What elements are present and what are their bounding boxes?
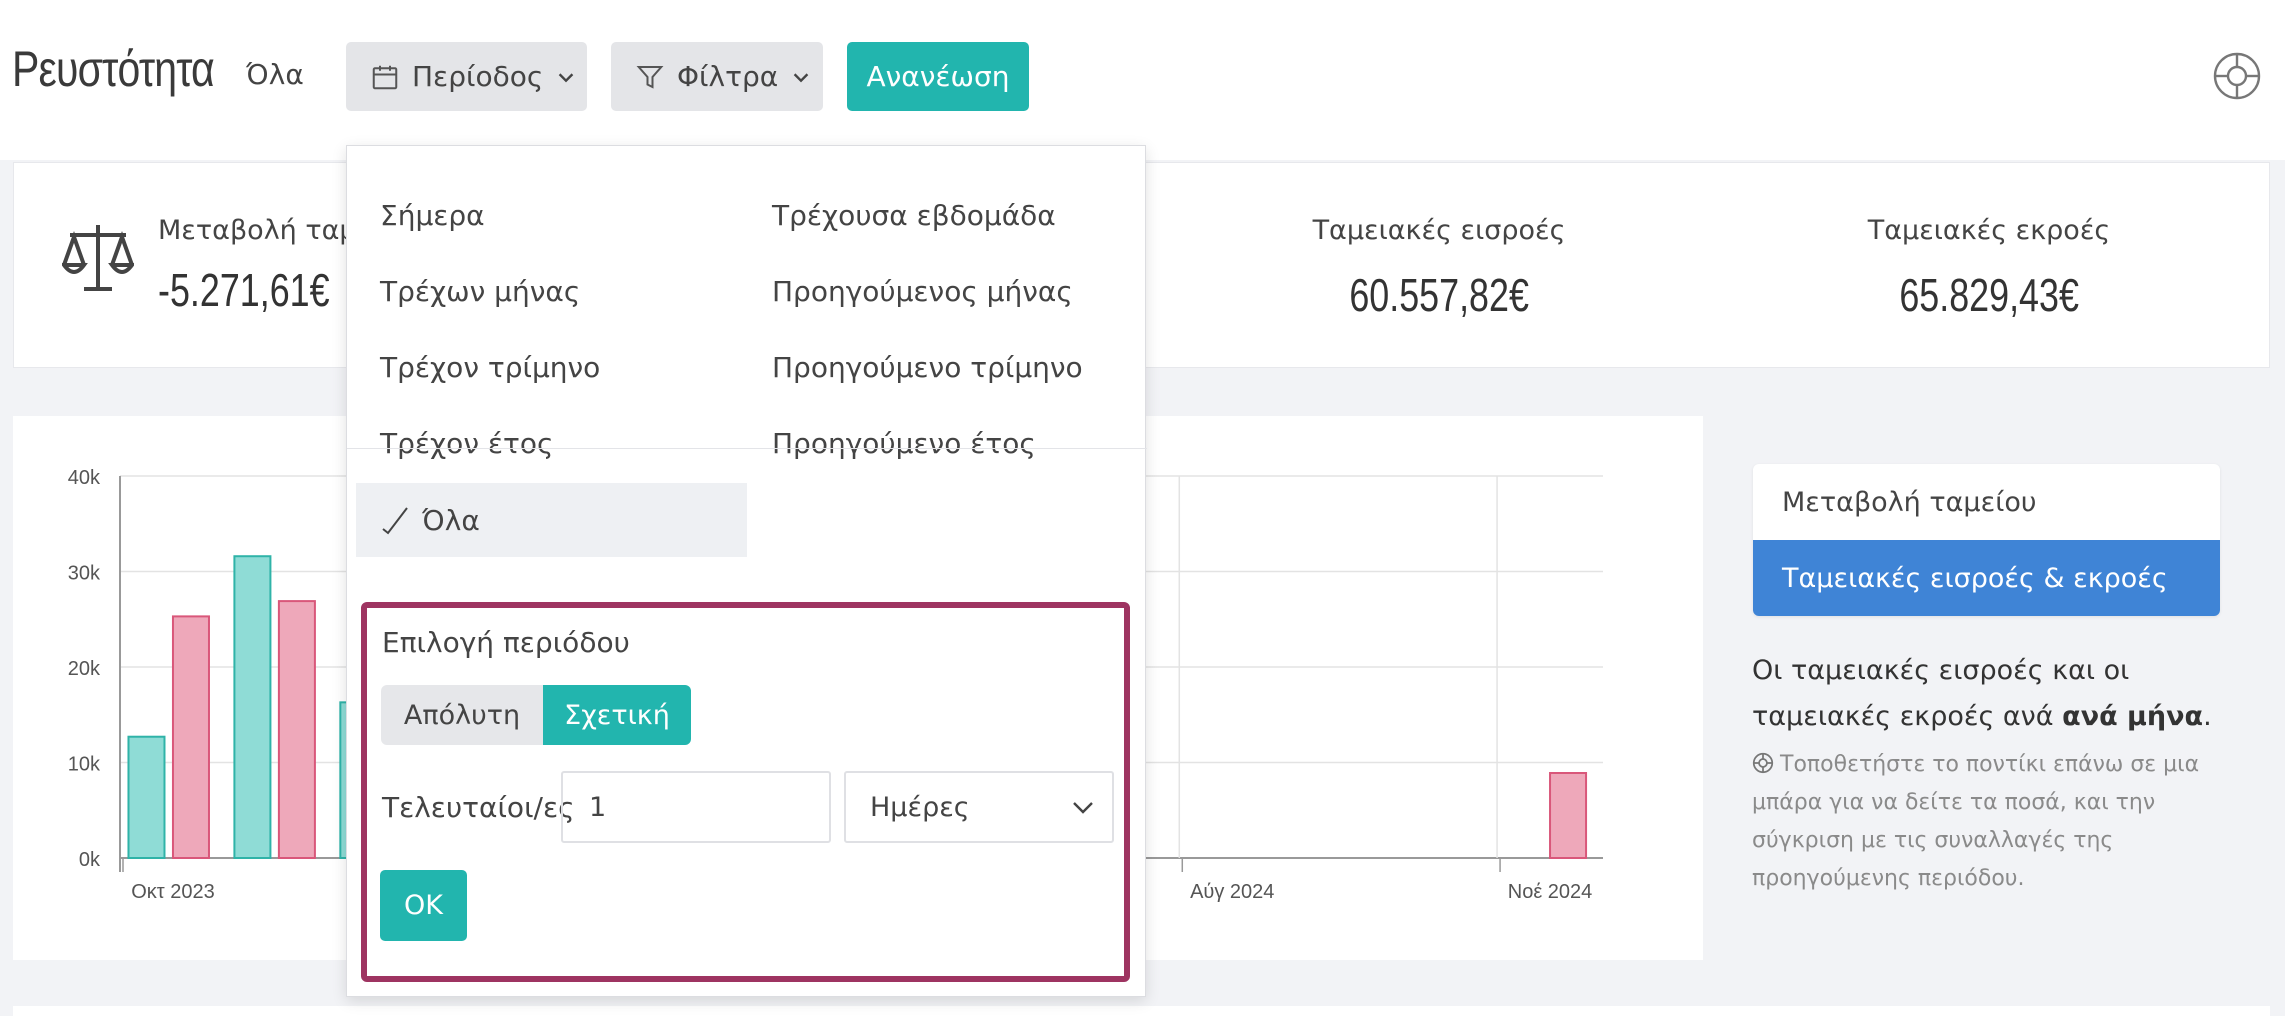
chart-description-suffix: . <box>2203 701 2212 732</box>
chart-description-bold: ανά μήνα <box>2062 701 2204 732</box>
option-label: Τρέχον έτος <box>380 426 554 460</box>
option-previous-month[interactable]: Προηγούμενος μήνας <box>739 254 1139 328</box>
y-tick-label: 20k <box>68 658 101 680</box>
y-tick-label: 30k <box>68 563 101 585</box>
y-tick-label: 0k <box>79 849 101 871</box>
tab-inflows-outflows[interactable]: Ταμειακές εισροές & εκροές <box>1753 540 2220 616</box>
page-title: Ρευστότητα <box>12 41 215 97</box>
option-previous-quarter[interactable]: Προηγούμενο τρίμηνο <box>739 330 1139 404</box>
chevron-down-icon <box>1073 802 1093 814</box>
outflow-bar <box>277 600 316 859</box>
outflow-bar <box>171 615 210 859</box>
chart-mode-selector: Μεταβολή ταμείου Ταμειακές εισροές & εκρ… <box>1753 464 2220 616</box>
option-current-year[interactable]: Τρέχον έτος <box>347 406 747 480</box>
option-all[interactable]: Όλα <box>356 483 747 557</box>
chart-hint: Τοποθετήστε το ποντίκι επάνω σε μια μπάρ… <box>1752 746 2232 898</box>
option-label: Προηγούμενος μήνας <box>772 274 1073 308</box>
refresh-button[interactable]: Ανανέωση <box>847 42 1029 111</box>
dropdown-divider <box>347 448 1147 449</box>
period-button-label: Περίοδος <box>412 60 544 93</box>
last-n-input[interactable]: 1 <box>561 771 831 843</box>
cash-change-label: Μεταβολή ταμ <box>158 215 357 246</box>
outflows-label: Ταμειακές εκροές <box>1867 215 2111 246</box>
option-label: Προηγούμενο τρίμηνο <box>772 350 1083 384</box>
balance-scale-icon <box>62 225 134 291</box>
absolute-mode-button[interactable]: Απόλυτη <box>381 685 543 745</box>
last-n-label: Τελευταίοι/ες <box>382 791 575 824</box>
relative-mode-button[interactable]: Σχετική <box>543 685 691 745</box>
x-tick-label: Αύγ 2024 <box>1190 881 1274 903</box>
inflows-kpi: Ταμειακές εισροές 60.557,82€ <box>1304 215 1574 322</box>
option-previous-year[interactable]: Προηγούμενο έτος <box>739 406 1139 480</box>
option-current-week[interactable]: Τρέχουσα εβδομάδα <box>739 178 1139 252</box>
current-period-label: Όλα <box>246 58 304 91</box>
cash-change-value: -5.271,61€ <box>158 264 330 316</box>
option-label: Τρέχων μήνας <box>380 274 581 308</box>
filters-button[interactable]: Φίλτρα <box>611 42 823 111</box>
time-unit-select[interactable]: Ημέρες <box>844 771 1114 843</box>
inflow-bar <box>127 735 166 859</box>
inflows-label: Ταμειακές εισροές <box>1312 215 1566 246</box>
chevron-down-icon <box>559 72 574 82</box>
inflow-bar <box>233 555 272 859</box>
outflows-kpi: Ταμειακές εκροές 65.829,43€ <box>1859 215 2119 322</box>
outflow-bar <box>1549 772 1588 860</box>
option-label: Προηγούμενο έτος <box>772 426 1036 460</box>
calendar-icon <box>372 65 398 89</box>
filter-icon <box>636 65 664 89</box>
custom-period-title: Επιλογή περιόδου <box>382 626 630 659</box>
period-button[interactable]: Περίοδος <box>346 42 587 111</box>
inflows-value: 60.557,82€ <box>1349 269 1529 321</box>
x-tick-label: Νοέ 2024 <box>1508 881 1593 903</box>
option-label: Τρέχουσα εβδομάδα <box>772 198 1056 232</box>
chevron-down-icon <box>793 72 809 82</box>
period-mode-toggle: Απόλυτη Σχετική <box>381 685 691 745</box>
custom-period-box: Επιλογή περιόδου Απόλυτη Σχετική Τελευτα… <box>361 602 1130 982</box>
dropdown-arrow <box>373 124 417 146</box>
option-current-quarter[interactable]: Τρέχον τρίμηνο <box>347 330 747 404</box>
outflows-value: 65.829,43€ <box>1899 269 2079 321</box>
option-label: Σήμερα <box>380 198 485 232</box>
x-tick-label: Οκτ 2023 <box>131 881 215 903</box>
ok-button[interactable]: OK <box>380 870 467 941</box>
y-tick-label: 40k <box>68 467 101 489</box>
lifebuoy-icon <box>1752 752 1774 774</box>
filters-button-label: Φίλτρα <box>677 60 779 93</box>
checkmark-icon <box>380 505 410 535</box>
tab-cash-change[interactable]: Μεταβολή ταμείου <box>1753 464 2220 540</box>
option-label: Όλα <box>422 503 480 537</box>
lifebuoy-help-icon[interactable] <box>2212 51 2262 101</box>
side-panel: Μεταβολή ταμείου Ταμειακές εισροές & εκρ… <box>1705 416 2270 960</box>
option-current-month[interactable]: Τρέχων μήνας <box>347 254 747 328</box>
time-unit-value: Ημέρες <box>870 791 970 823</box>
option-today[interactable]: Σήμερα <box>347 178 747 252</box>
chart-description: Οι ταμειακές εισροές και οι ταμειακές εκ… <box>1752 648 2232 740</box>
y-tick-label: 10k <box>68 754 101 776</box>
top-bar: Ρευστότητα Όλα Περίοδος Φίλτρα Ανανέωση <box>0 0 2285 160</box>
next-card-edge <box>13 1006 2270 1016</box>
option-label: Τρέχον τρίμηνο <box>380 350 601 384</box>
chart-hint-text: Τοποθετήστε το ποντίκι επάνω σε μια μπάρ… <box>1752 752 2200 891</box>
